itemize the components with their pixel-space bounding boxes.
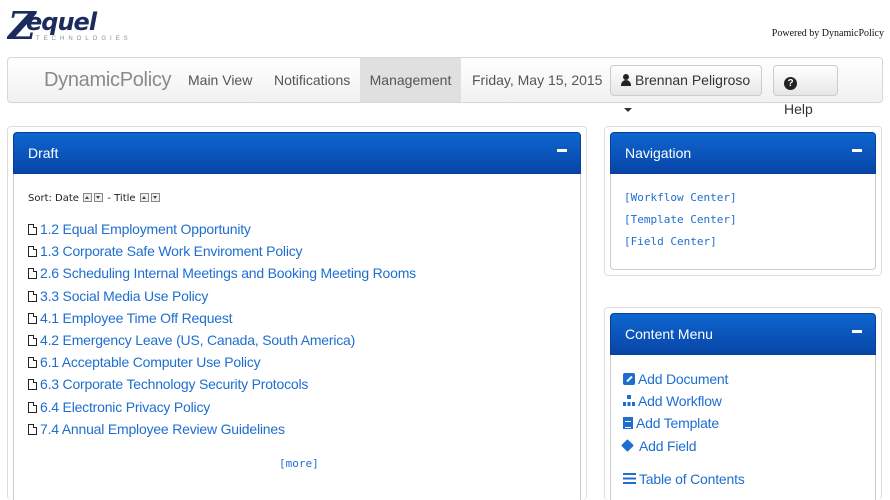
nav-link-template-center[interactable]: [Template Center] <box>624 213 737 235</box>
company-logo[interactable]: Z equel TECHNOLOGIES <box>8 6 160 46</box>
document-link[interactable]: 2.6 Scheduling Internal Meetings and Boo… <box>28 265 416 287</box>
file-icon <box>28 312 37 324</box>
file-icon <box>28 224 37 235</box>
current-date: Friday, May 15, 2015 <box>472 72 603 88</box>
file-icon <box>28 334 37 346</box>
document-link[interactable]: 4.2 Emergency Leave (US, Canada, South A… <box>28 332 416 354</box>
add-workflow-link[interactable]: Add Workflow <box>623 393 745 415</box>
file-icon <box>28 290 37 302</box>
navigation-panel: Navigation [Workflow Center] [Template C… <box>604 126 882 276</box>
sort-title-label: - Title <box>107 193 136 204</box>
draft-panel-header: Draft <box>13 132 581 174</box>
question-circle-icon: ? <box>784 77 797 90</box>
nav-notifications[interactable]: Notifications <box>260 58 364 102</box>
file-icon <box>28 423 37 435</box>
nav-management[interactable]: Management <box>360 58 461 102</box>
content-menu-body: Add Document Add Workflow Add Template A… <box>610 355 876 500</box>
sort-date-asc-icon[interactable] <box>83 193 93 202</box>
logo-text: equel <box>26 8 97 36</box>
document-link[interactable]: 1.3 Corporate Safe Work Enviroment Polic… <box>28 243 416 265</box>
tag-icon <box>623 440 636 452</box>
nav-link-field-center[interactable]: [Field Center] <box>624 235 737 257</box>
content-menu-list: Add Document Add Workflow Add Template A… <box>623 371 745 493</box>
draft-panel-body: Sort: Date - Title 1.2 Equal Employment … <box>13 174 581 500</box>
sort-date-label: Sort: Date <box>28 193 79 204</box>
draft-panel-title: Draft <box>28 145 59 161</box>
sort-title-desc-icon[interactable] <box>150 193 160 202</box>
main-navbar: DynamicPolicy Main View Notifications Ma… <box>7 57 883 117</box>
user-icon <box>621 74 631 86</box>
document-link[interactable]: 1.2 Equal Employment Opportunity <box>28 221 416 243</box>
sort-title-asc-icon[interactable] <box>139 193 149 202</box>
top-header: Z equel TECHNOLOGIES Powered by DynamicP… <box>0 0 890 52</box>
file-icon <box>28 379 37 391</box>
user-menu-button[interactable]: Brennan Peligroso <box>610 65 762 113</box>
nav-main-view[interactable]: Main View <box>174 58 266 102</box>
document-link[interactable]: 6.4 Electronic Privacy Policy <box>28 399 416 421</box>
collapse-icon[interactable] <box>852 330 862 333</box>
draft-panel: Draft Sort: Date - Title 1.2 Equal Emplo… <box>7 126 587 500</box>
draft-document-list: 1.2 Equal Employment Opportunity 1.3 Cor… <box>28 221 416 443</box>
navigation-panel-header: Navigation <box>610 132 876 174</box>
more-link[interactable]: [more] <box>279 457 319 470</box>
edit-icon <box>623 373 635 385</box>
document-link[interactable]: 7.4 Annual Employee Review Guidelines <box>28 421 416 443</box>
help-button[interactable]: ? Help <box>773 65 838 117</box>
collapse-icon[interactable] <box>557 149 567 152</box>
document-link[interactable]: 3.3 Social Media Use Policy <box>28 288 416 310</box>
file-icon <box>28 246 37 258</box>
navigation-panel-body: [Workflow Center] [Template Center] [Fie… <box>610 174 876 270</box>
content-menu-header: Content Menu <box>610 313 876 355</box>
sort-controls: Sort: Date - Title <box>28 193 161 204</box>
content-menu-panel: Content Menu Add Document Add Workflow A… <box>604 307 882 500</box>
file-icon <box>28 268 37 280</box>
powered-by-text: Powered by DynamicPolicy <box>771 28 884 39</box>
add-field-link[interactable]: Add Field <box>623 438 745 460</box>
file-text-icon <box>623 417 633 430</box>
add-template-link[interactable]: Add Template <box>623 415 745 437</box>
app-name[interactable]: DynamicPolicy <box>44 69 172 92</box>
document-link[interactable]: 4.1 Employee Time Off Request <box>28 310 416 332</box>
logo-subtext: TECHNOLOGIES <box>36 36 132 42</box>
collapse-icon[interactable] <box>852 149 862 152</box>
document-link[interactable]: 6.1 Acceptable Computer Use Policy <box>28 354 416 376</box>
navigation-panel-title: Navigation <box>625 145 692 161</box>
sort-date-desc-icon[interactable] <box>94 193 104 202</box>
add-document-link[interactable]: Add Document <box>623 371 745 393</box>
caret-down-icon <box>624 108 632 113</box>
nav-link-workflow-center[interactable]: [Workflow Center] <box>624 191 737 213</box>
document-link[interactable]: 6.3 Corporate Technology Security Protoc… <box>28 376 416 398</box>
help-label: Help <box>784 101 813 117</box>
content-menu-title: Content Menu <box>625 326 713 342</box>
table-of-contents-link[interactable]: Table of Contents <box>623 471 745 493</box>
list-icon <box>623 472 636 485</box>
navigation-links: [Workflow Center] [Template Center] [Fie… <box>624 191 737 257</box>
user-name: Brennan Peligroso <box>635 72 751 88</box>
file-icon <box>28 357 37 369</box>
sitemap-icon <box>623 395 635 407</box>
file-icon <box>28 401 37 413</box>
